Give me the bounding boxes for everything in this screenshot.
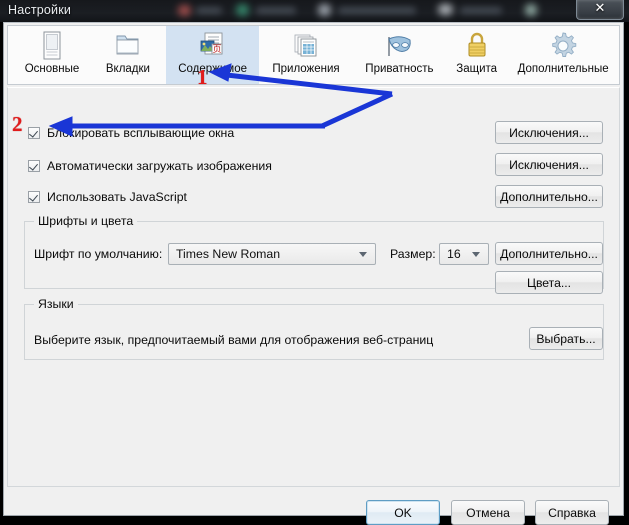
choose-language-button[interactable]: Выбрать... [529, 327, 603, 350]
settings-window: Настройки ✕ Основные Вкладки 页 Содержимо… [0, 0, 629, 525]
mask-icon [383, 30, 415, 62]
chevron-down-icon [359, 251, 367, 257]
tab-strip: Основные Вкладки 页 Содержимое Приложения… [7, 25, 620, 85]
checkbox-row-block-popups[interactable]: Блокировать всплывающие окна [28, 126, 234, 140]
tab-label: Основные [24, 63, 80, 75]
tab-tabs[interactable]: Вкладки [90, 26, 166, 84]
tab-applications[interactable]: Приложения [259, 26, 352, 84]
close-icon[interactable]: ✕ [576, 0, 624, 20]
tab-label: Защита [456, 63, 498, 75]
ok-button[interactable]: OK [366, 500, 440, 525]
general-page-icon [39, 30, 65, 62]
preferences-dialog: Основные Вкладки 页 Содержимое Приложения… [3, 22, 624, 525]
group-title-fonts: Шрифты и цвета [34, 214, 138, 228]
font-size-label: Размер: [390, 247, 436, 261]
cancel-button[interactable]: Отмена [451, 500, 525, 525]
padlock-icon [465, 30, 489, 62]
default-font-label: Шрифт по умолчанию: [34, 247, 163, 261]
images-exceptions-button[interactable]: Исключения... [495, 153, 603, 176]
javascript-advanced-button[interactable]: Дополнительно... [495, 185, 603, 208]
checkbox-row-enable-javascript[interactable]: Использовать JavaScript [28, 190, 187, 204]
tab-label: Вкладки [105, 63, 150, 75]
tab-label: Содержимое [178, 63, 247, 75]
languages-group: Языки [24, 297, 604, 360]
checkbox-load-images[interactable] [28, 160, 40, 172]
tab-content[interactable]: 页 Содержимое [165, 26, 260, 84]
tab-label: Приложения [272, 63, 340, 75]
languages-description: Выберите язык, предпочитаемый вами для о… [34, 333, 434, 347]
help-button[interactable]: Справка [535, 500, 609, 525]
checkbox-label: Использовать JavaScript [47, 190, 187, 204]
tab-label: Дополнительные [517, 63, 609, 75]
content-pane: Блокировать всплывающие окна Автоматичес… [7, 87, 620, 487]
checkbox-row-load-images[interactable]: Автоматически загружать изображения [28, 159, 272, 173]
checkbox-label: Блокировать всплывающие окна [47, 126, 235, 140]
popup-exceptions-button[interactable]: Исключения... [495, 121, 603, 144]
tab-label: Приватность [365, 63, 434, 75]
checkbox-label: Автоматически загружать изображения [47, 159, 272, 173]
font-size-select[interactable]: 16 [439, 243, 489, 265]
default-font-select[interactable]: Times New Roman [168, 243, 376, 265]
tab-privacy[interactable]: Приватность [353, 26, 446, 84]
applications-icon [291, 30, 321, 62]
fonts-advanced-button[interactable]: Дополнительно... [495, 242, 603, 265]
colors-button[interactable]: Цвета... [495, 271, 603, 294]
gear-icon [548, 30, 578, 62]
content-page-icon: 页 [198, 30, 228, 62]
chevron-down-icon [472, 251, 480, 257]
tab-general[interactable]: Основные [14, 26, 90, 84]
window-title: Настройки [8, 3, 72, 17]
tab-advanced[interactable]: Дополнительные [507, 26, 619, 84]
folder-tabs-icon [114, 30, 142, 62]
svg-text:页: 页 [212, 44, 221, 55]
checkbox-block-popups[interactable] [28, 127, 40, 139]
default-font-value: Times New Roman [176, 247, 281, 261]
font-size-value: 16 [447, 247, 461, 261]
group-title-languages: Языки [34, 297, 78, 311]
title-bar: Настройки ✕ [0, 0, 629, 22]
tab-security[interactable]: Защита [446, 26, 507, 84]
checkbox-enable-javascript[interactable] [28, 191, 40, 203]
